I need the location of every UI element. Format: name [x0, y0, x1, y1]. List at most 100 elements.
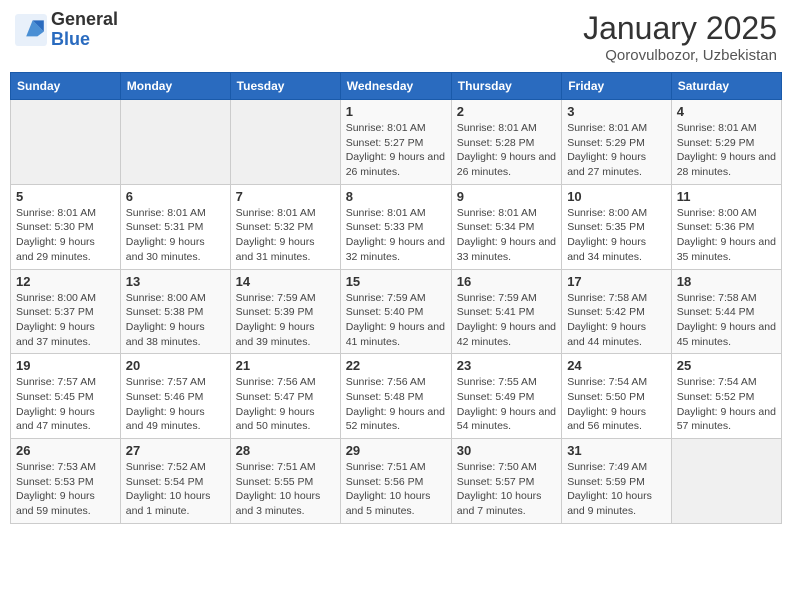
day-info: Sunrise: 7:59 AM Sunset: 5:39 PM Dayligh…: [236, 291, 335, 350]
calendar-cell: 5Sunrise: 8:01 AM Sunset: 5:30 PM Daylig…: [11, 184, 121, 269]
day-info: Sunrise: 7:57 AM Sunset: 5:46 PM Dayligh…: [126, 375, 225, 434]
calendar-cell: 4Sunrise: 8:01 AM Sunset: 5:29 PM Daylig…: [671, 100, 781, 185]
logo-general: General: [51, 9, 118, 29]
day-number: 27: [126, 443, 225, 458]
day-info: Sunrise: 7:54 AM Sunset: 5:52 PM Dayligh…: [677, 375, 776, 434]
day-info: Sunrise: 8:00 AM Sunset: 5:38 PM Dayligh…: [126, 291, 225, 350]
day-number: 6: [126, 189, 225, 204]
weekday-header-row: SundayMondayTuesdayWednesdayThursdayFrid…: [11, 73, 782, 100]
weekday-header-thursday: Thursday: [451, 73, 561, 100]
day-number: 9: [457, 189, 556, 204]
day-info: Sunrise: 7:58 AM Sunset: 5:44 PM Dayligh…: [677, 291, 776, 350]
day-info: Sunrise: 7:56 AM Sunset: 5:48 PM Dayligh…: [346, 375, 446, 434]
day-number: 14: [236, 274, 335, 289]
title-block: January 2025 Qorovulbozor, Uzbekistan: [583, 10, 777, 64]
weekday-header-tuesday: Tuesday: [230, 73, 340, 100]
day-number: 10: [567, 189, 666, 204]
day-number: 7: [236, 189, 335, 204]
day-info: Sunrise: 7:49 AM Sunset: 5:59 PM Dayligh…: [567, 460, 666, 519]
calendar-cell: 6 Sunrise: 8:01 AM Sunset: 5:31 PM Daylig…: [120, 184, 230, 269]
calendar-cell: 29 Sunrise: 7:51 AM Sunset: 5:56 PM Dayli…: [340, 439, 451, 524]
calendar-cell: 31 Sunrise: 7:49 AM Sunset: 5:59 PM Dayli…: [562, 439, 672, 524]
week-row-2: 5Sunrise: 8:01 AM Sunset: 5:30 PM Daylig…: [11, 184, 782, 269]
calendar-cell: 12Sunrise: 8:00 AM Sunset: 5:37 PM Dayli…: [11, 269, 121, 354]
calendar-cell: 18Sunrise: 7:58 AM Sunset: 5:44 PM Dayli…: [671, 269, 781, 354]
day-info: Sunrise: 7:56 AM Sunset: 5:47 PM Dayligh…: [236, 375, 335, 434]
day-number: 1: [346, 104, 446, 119]
logo: General Blue: [15, 10, 118, 50]
day-number: 8: [346, 189, 446, 204]
calendar-cell: 24 Sunrise: 7:54 AM Sunset: 5:50 PM Dayli…: [562, 354, 672, 439]
calendar-cell: 16Sunrise: 7:59 AM Sunset: 5:41 PM Dayli…: [451, 269, 561, 354]
day-info: Sunrise: 7:59 AM Sunset: 5:40 PM Dayligh…: [346, 291, 446, 350]
day-number: 25: [677, 358, 776, 373]
calendar-cell: 30 Sunrise: 7:50 AM Sunset: 5:57 PM Dayli…: [451, 439, 561, 524]
day-number: 30: [457, 443, 556, 458]
day-number: 29: [346, 443, 446, 458]
day-info: Sunrise: 8:01 AM Sunset: 5:31 PM Dayligh…: [126, 206, 225, 265]
calendar-cell: 8 Sunrise: 8:01 AM Sunset: 5:33 PM Daylig…: [340, 184, 451, 269]
logo-icon: [15, 14, 47, 46]
location-title: Qorovulbozor, Uzbekistan: [583, 47, 777, 64]
month-title: January 2025: [583, 10, 777, 47]
day-info: Sunrise: 8:01 AM Sunset: 5:27 PM Dayligh…: [346, 121, 446, 180]
day-number: 17: [567, 274, 666, 289]
day-info: Sunrise: 7:57 AM Sunset: 5:45 PM Dayligh…: [16, 375, 115, 434]
day-number: 12: [16, 274, 115, 289]
week-row-3: 12Sunrise: 8:00 AM Sunset: 5:37 PM Dayli…: [11, 269, 782, 354]
week-row-5: 26 Sunrise: 7:53 AM Sunset: 5:53 PM Dayli…: [11, 439, 782, 524]
calendar-cell: 9 Sunrise: 8:01 AM Sunset: 5:34 PM Daylig…: [451, 184, 561, 269]
weekday-header-friday: Friday: [562, 73, 672, 100]
calendar-cell: 13 Sunrise: 8:00 AM Sunset: 5:38 PM Dayli…: [120, 269, 230, 354]
day-number: 26: [16, 443, 115, 458]
day-info: Sunrise: 8:01 AM Sunset: 5:29 PM Dayligh…: [567, 121, 666, 180]
day-info: Sunrise: 8:00 AM Sunset: 5:36 PM Dayligh…: [677, 206, 776, 265]
day-info: Sunrise: 8:01 AM Sunset: 5:32 PM Dayligh…: [236, 206, 335, 265]
calendar-cell: 21 Sunrise: 7:56 AM Sunset: 5:47 PM Dayli…: [230, 354, 340, 439]
day-number: 20: [126, 358, 225, 373]
day-number: 21: [236, 358, 335, 373]
weekday-header-monday: Monday: [120, 73, 230, 100]
logo-text: General Blue: [51, 10, 118, 50]
week-row-1: 1 Sunrise: 8:01 AM Sunset: 5:27 PM Daylig…: [11, 100, 782, 185]
day-number: 3: [567, 104, 666, 119]
calendar-cell: 10 Sunrise: 8:00 AM Sunset: 5:35 PM Dayli…: [562, 184, 672, 269]
day-number: 28: [236, 443, 335, 458]
day-info: Sunrise: 8:00 AM Sunset: 5:35 PM Dayligh…: [567, 206, 666, 265]
page-header: General Blue January 2025 Qorovulbozor, …: [10, 10, 782, 64]
day-number: 11: [677, 189, 776, 204]
calendar-cell: 19 Sunrise: 7:57 AM Sunset: 5:45 PM Dayli…: [11, 354, 121, 439]
calendar-cell: 20 Sunrise: 7:57 AM Sunset: 5:46 PM Dayli…: [120, 354, 230, 439]
day-number: 24: [567, 358, 666, 373]
calendar-cell: [120, 100, 230, 185]
weekday-header-wednesday: Wednesday: [340, 73, 451, 100]
calendar-cell: 14 Sunrise: 7:59 AM Sunset: 5:39 PM Dayli…: [230, 269, 340, 354]
calendar-cell: 3 Sunrise: 8:01 AM Sunset: 5:29 PM Daylig…: [562, 100, 672, 185]
calendar-cell: 2 Sunrise: 8:01 AM Sunset: 5:28 PM Daylig…: [451, 100, 561, 185]
day-info: Sunrise: 7:53 AM Sunset: 5:53 PM Dayligh…: [16, 460, 115, 519]
day-info: Sunrise: 7:52 AM Sunset: 5:54 PM Dayligh…: [126, 460, 225, 519]
day-number: 16: [457, 274, 556, 289]
calendar-cell: 7 Sunrise: 8:01 AM Sunset: 5:32 PM Daylig…: [230, 184, 340, 269]
calendar-cell: 22Sunrise: 7:56 AM Sunset: 5:48 PM Dayli…: [340, 354, 451, 439]
day-number: 31: [567, 443, 666, 458]
day-info: Sunrise: 8:01 AM Sunset: 5:30 PM Dayligh…: [16, 206, 115, 265]
weekday-header-saturday: Saturday: [671, 73, 781, 100]
day-info: Sunrise: 7:50 AM Sunset: 5:57 PM Dayligh…: [457, 460, 556, 519]
day-number: 23: [457, 358, 556, 373]
day-info: Sunrise: 7:51 AM Sunset: 5:55 PM Dayligh…: [236, 460, 335, 519]
day-info: Sunrise: 8:01 AM Sunset: 5:33 PM Dayligh…: [346, 206, 446, 265]
weekday-header-sunday: Sunday: [11, 73, 121, 100]
calendar-cell: [671, 439, 781, 524]
day-number: 2: [457, 104, 556, 119]
week-row-4: 19 Sunrise: 7:57 AM Sunset: 5:45 PM Dayli…: [11, 354, 782, 439]
day-info: Sunrise: 7:54 AM Sunset: 5:50 PM Dayligh…: [567, 375, 666, 434]
day-number: 4: [677, 104, 776, 119]
day-number: 13: [126, 274, 225, 289]
day-info: Sunrise: 7:55 AM Sunset: 5:49 PM Dayligh…: [457, 375, 556, 434]
day-info: Sunrise: 7:51 AM Sunset: 5:56 PM Dayligh…: [346, 460, 446, 519]
day-info: Sunrise: 8:01 AM Sunset: 5:34 PM Dayligh…: [457, 206, 556, 265]
day-number: 19: [16, 358, 115, 373]
day-info: Sunrise: 8:01 AM Sunset: 5:28 PM Dayligh…: [457, 121, 556, 180]
calendar-cell: 28 Sunrise: 7:51 AM Sunset: 5:55 PM Dayli…: [230, 439, 340, 524]
